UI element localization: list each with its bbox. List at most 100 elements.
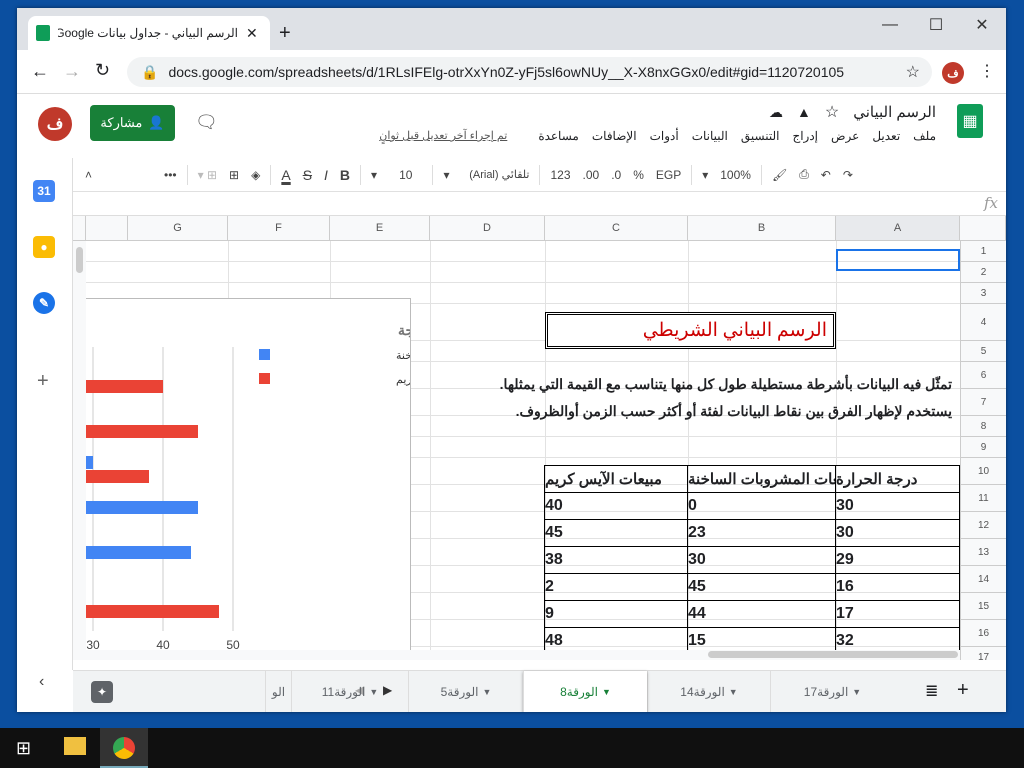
row-header-7[interactable]: 7 xyxy=(960,389,1006,416)
description-line-2[interactable]: يستخدم لإظهار الفرق بين نقاط البيانات لف… xyxy=(516,403,952,420)
doc-title[interactable]: الرسم البياني xyxy=(853,103,936,121)
font-size-dropdown-icon[interactable]: ▾ xyxy=(365,168,383,182)
font-dropdown-icon[interactable]: ▾ xyxy=(437,168,455,182)
forward-icon[interactable]: → xyxy=(63,61,81,82)
row-header-1[interactable]: 1 xyxy=(960,241,1006,262)
bookmark-star-icon[interactable]: ☆ xyxy=(906,62,920,82)
close-tab-icon[interactable]: ✕ xyxy=(246,25,258,42)
row-header-12[interactable]: 12 xyxy=(960,512,1006,539)
row-header-11[interactable]: 11 xyxy=(960,485,1006,512)
title-box[interactable]: الرسم البياني الشريطي xyxy=(545,312,836,349)
table-cell[interactable]: 29 xyxy=(835,546,960,574)
bold-button[interactable]: B xyxy=(334,167,356,183)
menu-edit[interactable]: تعديل xyxy=(872,129,900,143)
maximize-button[interactable]: ☐ xyxy=(913,8,959,42)
table-cell[interactable]: 40 xyxy=(544,492,688,520)
table-cell[interactable]: 38 xyxy=(544,546,688,574)
tab-dropdown-icon[interactable]: ▼ xyxy=(852,687,861,697)
row-header-15[interactable]: 15 xyxy=(960,593,1006,620)
table-cell[interactable]: 23 xyxy=(687,519,836,547)
paint-format-icon[interactable]: 🖌 xyxy=(766,168,793,182)
sheet-tab[interactable]: الورقة8 ▼ xyxy=(523,671,647,712)
vertical-scrollbar[interactable] xyxy=(73,241,86,660)
column-header-d[interactable]: D xyxy=(430,216,545,241)
row-header-4[interactable]: 4 xyxy=(960,304,1006,341)
profile-avatar[interactable]: ف xyxy=(942,62,964,84)
table-cell[interactable]: 44 xyxy=(687,600,836,628)
row-header-8[interactable]: 8 xyxy=(960,416,1006,437)
print-icon[interactable]: ⎙ xyxy=(793,167,815,182)
move-to-drive-icon[interactable]: ▲ xyxy=(797,104,811,120)
sheet-tab[interactable]: الو xyxy=(265,671,291,712)
url-input[interactable]: 🔒 docs.google.com/spreadsheets/d/1RLsIFE… xyxy=(127,57,932,87)
comments-icon[interactable]: 🗨 xyxy=(195,112,218,133)
row-header-17[interactable]: 17 xyxy=(960,647,1006,660)
currency-button[interactable]: EGP xyxy=(650,168,687,182)
column-header-e[interactable]: E xyxy=(330,216,430,241)
sheets-logo-icon[interactable]: ▦ xyxy=(957,104,983,138)
strikethrough-button[interactable]: S xyxy=(297,167,318,183)
row-header-16[interactable]: 16 xyxy=(960,620,1006,647)
column-header-g[interactable]: G xyxy=(128,216,228,241)
table-cell[interactable]: 30 xyxy=(687,546,836,574)
percent-button[interactable]: % xyxy=(627,168,650,182)
chrome-menu-icon[interactable]: ⋮ xyxy=(979,61,995,81)
font-size-input[interactable]: 10 xyxy=(383,168,428,182)
sheet-tab[interactable]: الورقة11 ▼ xyxy=(291,671,408,712)
row-header-13[interactable]: 13 xyxy=(960,539,1006,566)
menu-tools[interactable]: أدوات xyxy=(650,129,679,143)
row-header-5[interactable]: 5 xyxy=(960,341,1006,362)
column-header-a[interactable]: A xyxy=(836,216,960,241)
menu-file[interactable]: ملف xyxy=(913,129,936,143)
tasks-icon[interactable]: ✎ xyxy=(33,292,55,314)
table-cell[interactable]: 2 xyxy=(544,573,688,601)
row-header-14[interactable]: 14 xyxy=(960,566,1006,593)
table-cell[interactable]: 30 xyxy=(835,519,960,547)
row-header-10[interactable]: 10 xyxy=(960,458,1006,485)
back-icon[interactable]: ← xyxy=(31,61,49,82)
menu-format[interactable]: التنسيق xyxy=(741,129,780,143)
tab-dropdown-icon[interactable]: ▼ xyxy=(369,687,378,697)
row-header-2[interactable]: 2 xyxy=(960,262,1006,283)
collapse-panel-icon[interactable]: ‹ xyxy=(39,673,44,691)
column-header-partial[interactable] xyxy=(86,216,128,241)
sheet-tab[interactable]: الورقة5 ▼ xyxy=(408,671,523,712)
merge-cells-icon[interactable]: ▾ ⊞ xyxy=(192,168,223,182)
description-line-1[interactable]: تمثّل فيه البيانات بأشرطة مستطيلة طول كل… xyxy=(500,376,952,393)
table-cell[interactable]: 17 xyxy=(835,600,960,628)
table-cell[interactable]: 16 xyxy=(835,573,960,601)
redo-icon[interactable]: ↷ xyxy=(837,168,859,182)
table-cell[interactable]: 0 xyxy=(687,492,836,520)
menu-help[interactable]: مساعدة xyxy=(538,129,579,143)
calendar-icon[interactable]: 31 xyxy=(33,180,55,202)
spreadsheet-grid[interactable]: G F E D C B A 1 2 3 4 5 6 7 8 9 10 11 12 13 14 15 16 17 … xyxy=(73,216,1006,660)
last-edit-link[interactable]: تم إجراء آخر تعديل قبل ثوانٍ xyxy=(379,129,507,143)
formula-bar[interactable]: fx xyxy=(73,192,1006,216)
all-sheets-icon[interactable]: ≣ xyxy=(925,681,938,701)
keep-icon[interactable]: ● xyxy=(33,236,55,258)
table-cell[interactable]: 45 xyxy=(544,519,688,547)
sheet-tab[interactable]: الورقة14 ▼ xyxy=(647,671,770,712)
minimize-button[interactable]: — xyxy=(867,8,913,42)
text-color-button[interactable]: A xyxy=(275,167,296,183)
add-sheet-icon[interactable]: + xyxy=(957,679,969,702)
browser-tab[interactable]: الرسم البياني - جداول بيانات Google ✕ xyxy=(28,16,270,50)
table-header-cell[interactable]: مبيعات الآيس كريم xyxy=(544,465,688,493)
more-formats-button[interactable]: 123 xyxy=(544,168,576,182)
row-header-9[interactable]: 9 xyxy=(960,437,1006,458)
zoom-select[interactable]: 100% xyxy=(714,168,757,182)
borders-icon[interactable]: ⊞ xyxy=(223,168,245,182)
column-header-b[interactable]: B xyxy=(688,216,836,241)
menu-view[interactable]: عرض xyxy=(831,129,859,143)
close-window-button[interactable]: ✕ xyxy=(959,8,1005,42)
chrome-taskbar-icon[interactable] xyxy=(100,728,148,768)
share-button[interactable]: مشاركة 👤 xyxy=(90,105,175,141)
user-avatar[interactable]: ف xyxy=(38,107,72,141)
row-header-3[interactable]: 3 xyxy=(960,283,1006,304)
tab-dropdown-icon[interactable]: ▼ xyxy=(602,687,611,697)
more-button[interactable]: ••• xyxy=(158,168,183,182)
table-cell[interactable]: 45 xyxy=(687,573,836,601)
file-explorer-icon[interactable] xyxy=(64,737,86,755)
menu-insert[interactable]: إدراج xyxy=(792,129,818,143)
menu-data[interactable]: البيانات xyxy=(692,129,728,143)
